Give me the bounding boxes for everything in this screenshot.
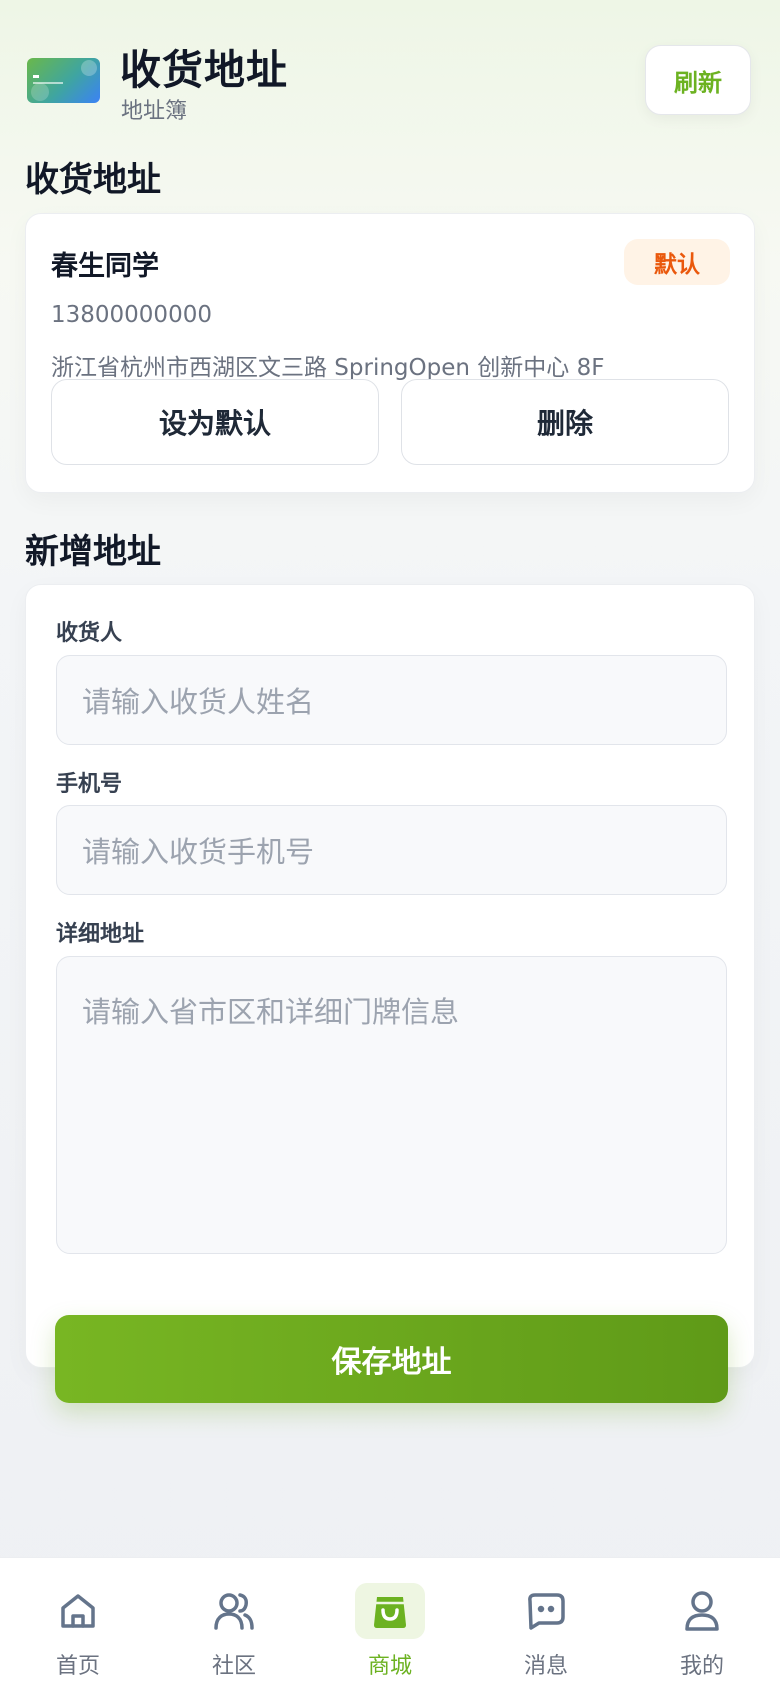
recipient-name: 春生同学 — [51, 251, 159, 282]
tab-mall[interactable]: 商城 — [312, 1558, 468, 1688]
address-label: 详细地址 — [56, 922, 145, 947]
page-subtitle: 地址簿 — [121, 99, 188, 124]
save-address-button[interactable]: 保存地址 — [55, 1315, 728, 1403]
tab-home[interactable]: 首页 — [0, 1558, 156, 1688]
page-title: 收货地址 — [120, 46, 288, 94]
default-badge: 默认 — [624, 239, 730, 285]
recipient-label: 收货人 — [56, 621, 123, 646]
users-icon — [199, 1583, 269, 1639]
address-detail: 浙江省杭州市西湖区文三路 SpringOpen 创新中心 8F — [51, 355, 605, 381]
set-default-button[interactable]: 设为默认 — [51, 379, 379, 465]
refresh-button[interactable]: 刷新 — [645, 45, 751, 115]
message-icon — [511, 1583, 581, 1639]
tab-community-label: 社区 — [211, 1654, 256, 1679]
tab-messages[interactable]: 消息 — [468, 1558, 624, 1688]
bottom-tab-bar: 首页 社区 商城 消息 我的 — [0, 1557, 780, 1688]
shopping-bag-icon — [355, 1583, 425, 1639]
address-textarea[interactable]: 请输入省市区和详细门牌信息 — [56, 956, 727, 1254]
top-bar: 收货地址 地址簿 刷新 — [0, 0, 780, 150]
phone-label: 手机号 — [56, 772, 123, 797]
user-icon — [667, 1583, 737, 1639]
phone-input[interactable]: 请输入收货手机号 — [56, 805, 727, 895]
delete-button[interactable]: 删除 — [401, 379, 729, 465]
address-card: 春生同学 默认 13800000000 浙江省杭州市西湖区文三路 SpringO… — [25, 213, 755, 493]
recipient-input[interactable]: 请输入收货人姓名 — [56, 655, 727, 745]
tab-mine[interactable]: 我的 — [624, 1558, 780, 1688]
home-icon — [43, 1583, 113, 1639]
tab-messages-label: 消息 — [523, 1654, 568, 1679]
app-logo — [27, 58, 100, 103]
tab-community[interactable]: 社区 — [156, 1558, 312, 1688]
tab-mine-label: 我的 — [679, 1654, 724, 1679]
new-address-form: 收货人 请输入收货人姓名 手机号 请输入收货手机号 详细地址 请输入省市区和详细… — [25, 584, 755, 1403]
tab-mall-label: 商城 — [367, 1654, 412, 1679]
saved-addresses-heading: 收货地址 — [25, 160, 161, 200]
new-address-heading: 新增地址 — [25, 532, 161, 572]
tab-home-label: 首页 — [55, 1654, 100, 1679]
recipient-phone: 13800000000 — [51, 302, 212, 328]
